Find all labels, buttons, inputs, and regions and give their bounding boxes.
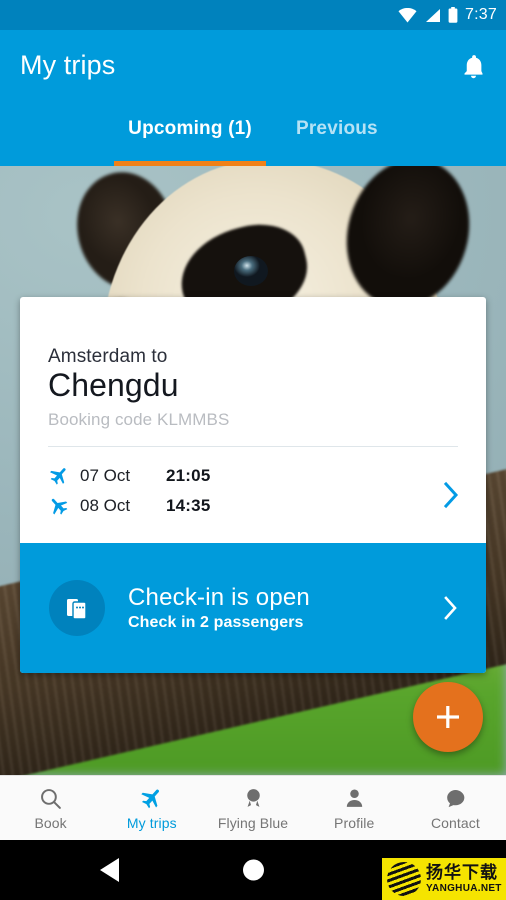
arrival-time: 14:35 <box>166 496 211 516</box>
route-destination: Chengdu <box>48 366 179 403</box>
nav-label-flying-blue: Flying Blue <box>217 814 289 831</box>
page-title: My trips <box>20 50 116 80</box>
person-icon <box>346 788 362 807</box>
check-in-banner[interactable]: Check-in is open Check in 2 passengers <box>20 543 486 674</box>
status-bar: 7:37 <box>0 0 506 30</box>
tab-bar: Upcoming (1) Previous <box>0 102 506 166</box>
departure-time: 21:05 <box>166 466 211 486</box>
check-in-subtitle: Check in 2 passengers <box>128 614 304 632</box>
watermark-text-group: 扬华下载 YANGHUA.NET <box>426 864 502 894</box>
airplane-icon <box>141 789 160 808</box>
boarding-pass-icon <box>49 580 105 637</box>
nav-label-my-trips: My trips <box>126 814 177 831</box>
panda-eye <box>234 256 268 286</box>
back-triangle-icon[interactable] <box>100 858 119 882</box>
sidebar-item-contact[interactable]: Contact <box>405 776 506 840</box>
trip-card-header: Amsterdam to Chengdu Booking code KLMMBS <box>20 297 486 430</box>
phone-screen: 7:37 My trips Upcoming (1) Previous Amst… <box>0 0 506 900</box>
add-trip-fab[interactable] <box>413 682 483 752</box>
watermark-en-text: YANGHUA.NET <box>426 883 502 894</box>
home-circle-icon[interactable] <box>243 859 264 881</box>
watermark-cn-text: 扬华下载 <box>426 863 498 882</box>
watermark-globe-icon <box>387 862 421 896</box>
trip-card[interactable]: Amsterdam to Chengdu Booking code KLMMBS… <box>20 297 486 674</box>
sidebar-item-my-trips[interactable]: My trips <box>101 776 202 840</box>
tab-previous[interactable]: Previous <box>274 102 400 166</box>
sidebar-item-book[interactable]: Book <box>0 776 101 840</box>
status-bar-clock: 7:37 <box>465 6 497 23</box>
flight-leg-departure: 07 Oct 21:05 <box>48 461 458 491</box>
sidebar-item-flying-blue[interactable]: Flying Blue <box>202 776 303 840</box>
check-in-text-group: Check-in is open Check in 2 passengers <box>128 584 310 632</box>
tab-upcoming-label: Upcoming (1) <box>128 118 252 139</box>
watermark: 扬华下载 YANGHUA.NET <box>382 858 506 900</box>
flight-legs[interactable]: 07 Oct 21:05 08 Oct 14:35 <box>20 447 486 543</box>
nav-label-book: Book <box>34 814 67 831</box>
wifi-icon <box>398 7 417 22</box>
bell-icon[interactable] <box>460 53 487 81</box>
nav-label-contact: Contact <box>430 814 480 831</box>
battery-icon <box>448 7 458 23</box>
search-icon <box>41 788 61 809</box>
chat-bubble-icon <box>447 789 465 807</box>
nav-label-profile: Profile <box>334 814 375 831</box>
booking-code: Booking code KLMMBS <box>48 410 230 430</box>
check-in-title: Check-in is open <box>128 584 310 612</box>
tab-upcoming[interactable]: Upcoming (1) <box>106 102 274 166</box>
plus-icon <box>437 706 459 728</box>
plane-arrival-icon <box>48 495 80 517</box>
arrival-date: 08 Oct <box>80 496 131 516</box>
route-origin: Amsterdam to <box>48 346 168 367</box>
sidebar-item-profile[interactable]: Profile <box>304 776 405 840</box>
flight-leg-arrival: 08 Oct 14:35 <box>48 491 458 521</box>
chevron-right-icon[interactable] <box>442 480 462 510</box>
departure-date: 07 Oct <box>80 466 131 486</box>
cellular-signal-icon <box>426 8 441 22</box>
chevron-right-icon[interactable] <box>442 594 460 622</box>
app-bar: My trips <box>0 30 506 102</box>
plane-departure-icon <box>48 465 80 487</box>
tab-previous-label: Previous <box>295 118 378 139</box>
medal-icon <box>246 788 260 807</box>
bottom-navigation: Book My trips Flying Blue Profile Contac… <box>0 775 506 840</box>
